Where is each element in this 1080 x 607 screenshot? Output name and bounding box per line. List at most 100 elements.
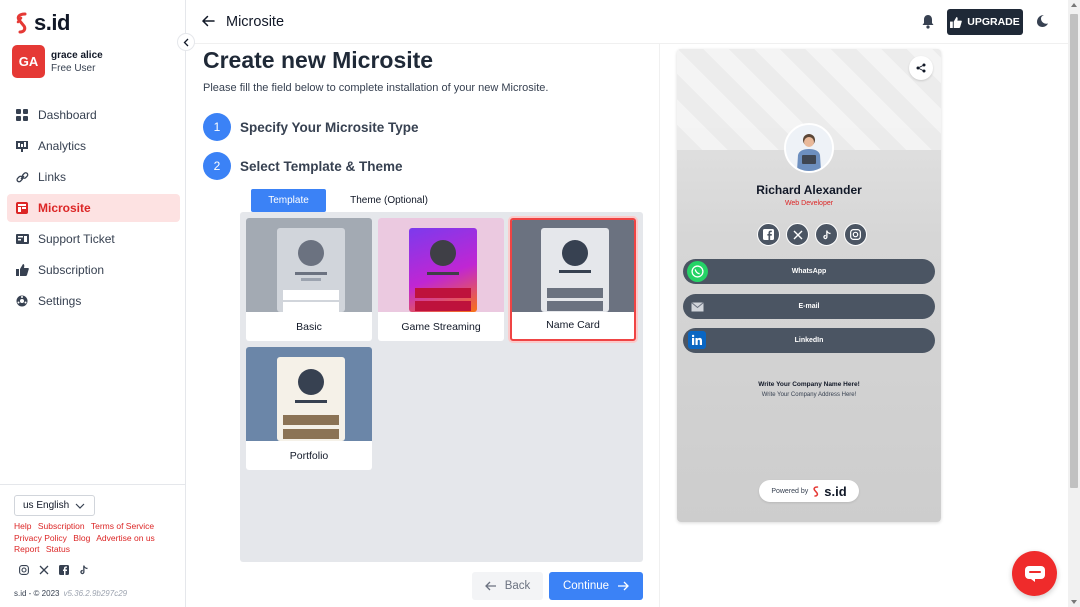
step-2[interactable]: 2 Select Template & Theme	[203, 152, 403, 180]
powered-by-label: Powered by	[771, 487, 809, 495]
template-label: Portfolio	[289, 449, 329, 462]
chat-support-button[interactable]	[1012, 551, 1057, 596]
sidebar-item-label: Analytics	[38, 139, 87, 153]
facebook-icon[interactable]	[757, 223, 780, 246]
link-icon	[15, 170, 29, 184]
continue-button[interactable]: Continue	[549, 572, 643, 600]
user-name: grace alice	[51, 49, 103, 61]
sidebar-item-microsite[interactable]: Microsite	[7, 194, 180, 222]
tab-theme[interactable]: Theme (Optional)	[334, 189, 444, 212]
sidebar-item-label: Microsite	[38, 201, 91, 215]
sidebar-nav: Dashboard Analytics Links Microsite Supp…	[7, 101, 180, 318]
scroll-up-arrow[interactable]	[1071, 3, 1077, 7]
preview-link-email[interactable]: E-mail	[683, 294, 935, 319]
sidebar-item-links[interactable]: Links	[7, 163, 180, 191]
analytics-icon	[15, 139, 29, 153]
template-preview	[409, 228, 477, 312]
preview-avatar	[430, 240, 456, 266]
page-title: Microsite	[226, 14, 285, 30]
language-value: us English	[23, 500, 70, 511]
brand-logo[interactable]: s.id	[14, 10, 70, 36]
preview-button	[415, 301, 471, 311]
footer-link-privacy[interactable]: Privacy Policy	[14, 533, 67, 543]
language-select[interactable]: us English	[14, 495, 95, 516]
microsite-icon	[15, 201, 29, 215]
step-1[interactable]: 1 Specify Your Microsite Type	[203, 113, 419, 141]
chevron-left-icon	[183, 38, 189, 46]
facebook-icon[interactable]	[59, 565, 69, 575]
back-label: Back	[504, 580, 531, 592]
x-icon[interactable]	[39, 565, 49, 575]
preview-line	[295, 272, 327, 275]
sidebar-footer: us English Help Subscription Terms of Se…	[0, 484, 186, 607]
template-preview	[277, 228, 345, 312]
sidebar-item-label: Support Ticket	[38, 232, 115, 246]
settings-icon	[15, 294, 29, 308]
x-icon[interactable]	[786, 223, 809, 246]
topbar: Microsite UPGRADE	[187, 0, 1068, 44]
footer-link-subscription[interactable]: Subscription	[38, 521, 85, 531]
bell-icon[interactable]	[921, 14, 935, 29]
profile-role: Web Developer	[784, 200, 834, 207]
preview-social-row	[757, 223, 867, 246]
dashboard-icon	[15, 108, 29, 122]
whatsapp-icon	[687, 261, 708, 282]
tiktok-icon[interactable]	[815, 223, 838, 246]
user-profile[interactable]: GA grace alice Free User	[12, 45, 103, 78]
form-heading: Create new Microsite	[203, 47, 434, 73]
template-card-name-card[interactable]: Name Card	[510, 218, 636, 341]
profile-name: Richard Alexander	[756, 183, 862, 197]
powered-by-badge[interactable]: Powered by s.id	[759, 480, 859, 502]
linkedin-icon	[688, 331, 706, 349]
preview-link-whatsapp[interactable]: WhatsApp	[683, 259, 935, 284]
sidebar-collapse-button[interactable]	[177, 33, 195, 51]
avatar: GA	[12, 45, 45, 78]
share-button[interactable]	[909, 56, 933, 80]
footer-link-status[interactable]: Status	[46, 544, 70, 554]
preview-link-linkedin[interactable]: LinkedIn	[683, 328, 935, 353]
step-label: Specify Your Microsite Type	[240, 119, 419, 135]
template-thumbnail	[512, 220, 634, 312]
template-label: Game Streaming	[401, 320, 481, 333]
scroll-thumb[interactable]	[1070, 14, 1078, 488]
divider	[659, 44, 660, 607]
template-preview	[277, 357, 345, 441]
footer-link-blog[interactable]: Blog	[73, 533, 90, 543]
template-card-basic[interactable]: Basic	[246, 218, 372, 341]
sidebar-item-analytics[interactable]: Analytics	[7, 132, 180, 160]
sidebar-item-subscription[interactable]: Subscription	[7, 256, 180, 284]
preview-avatar	[562, 240, 588, 266]
tab-template[interactable]: Template	[251, 189, 326, 212]
instagram-icon[interactable]	[19, 565, 29, 575]
template-theme-tabs: Template Theme (Optional)	[251, 189, 444, 212]
preview-button	[415, 288, 471, 298]
link-label: E-mail	[798, 303, 820, 310]
sidebar-item-support-ticket[interactable]: Support Ticket	[7, 225, 180, 253]
template-card-portfolio[interactable]: Portfolio	[246, 347, 372, 470]
template-card-game-streaming[interactable]: Game Streaming	[378, 218, 504, 341]
powered-by-brand: s.id	[824, 483, 847, 499]
instagram-icon[interactable]	[844, 223, 867, 246]
preview-button	[283, 302, 339, 312]
s-id-logo-icon	[16, 12, 27, 34]
upgrade-button[interactable]: UPGRADE	[947, 9, 1023, 35]
back-arrow-icon[interactable]	[201, 14, 215, 28]
tiktok-icon[interactable]	[79, 565, 89, 575]
scroll-down-arrow[interactable]	[1071, 600, 1077, 604]
preview-button	[547, 288, 603, 298]
preview-line	[295, 400, 327, 403]
footer-link-report[interactable]: Report	[14, 544, 40, 554]
sidebar-item-settings[interactable]: Settings	[7, 287, 180, 315]
arrow-right-icon	[618, 581, 629, 591]
footer-link-advertise[interactable]: Advertise on us	[96, 533, 155, 543]
page-scrollbar[interactable]	[1068, 0, 1080, 607]
share-icon	[916, 63, 926, 73]
upgrade-label: UPGRADE	[967, 16, 1020, 28]
sidebar-item-dashboard[interactable]: Dashboard	[7, 101, 180, 129]
company-name: Write Your Company Name Here!	[758, 381, 860, 388]
version-text: v5.36.2.9b297c29	[63, 589, 128, 598]
footer-link-help[interactable]: Help	[14, 521, 31, 531]
back-button[interactable]: Back	[472, 572, 543, 600]
footer-link-terms[interactable]: Terms of Service	[91, 521, 154, 531]
dark-mode-moon-icon[interactable]	[1035, 14, 1049, 28]
